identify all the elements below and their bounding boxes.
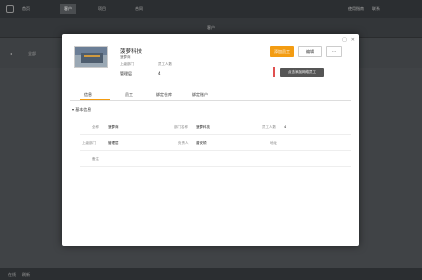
nav-item-customer[interactable]: 客户 xyxy=(60,4,76,14)
section-title: 基本信息 xyxy=(75,107,92,112)
edit-button[interactable]: 编辑 xyxy=(298,46,322,57)
section-basic-info[interactable]: ▾ 基本信息 xyxy=(72,107,91,113)
nav-item-home[interactable]: 首页 xyxy=(22,6,30,12)
field-label: 全称 xyxy=(92,125,99,129)
tab-bind-account[interactable]: 绑定账户 xyxy=(192,92,208,98)
field-value: 曾安顿 xyxy=(196,141,207,145)
company-subtitle: 菠萝商 xyxy=(120,55,131,59)
guide-link[interactable]: 使用指南 xyxy=(348,6,364,12)
parent-dept-value: 管理层 xyxy=(120,71,132,76)
field-value: 菠萝科技 xyxy=(196,125,210,129)
company-photo xyxy=(74,46,108,68)
contact-link[interactable]: 联系 xyxy=(372,6,380,12)
tooltip-marker xyxy=(273,67,275,77)
filter-all[interactable]: 全部 xyxy=(28,51,36,57)
more-button[interactable]: ··· xyxy=(326,46,342,57)
detail-tabs: 信息 员工 绑定仓库 绑定账户 xyxy=(70,90,351,101)
field-label: 负责人 xyxy=(178,141,189,145)
info-row: 备注 xyxy=(80,151,351,167)
add-employee-tooltip: 点击添加网络员工 xyxy=(280,68,324,77)
status-bar: 在线 刷新 xyxy=(0,268,422,280)
add-employee-button[interactable]: 添加员工 xyxy=(270,46,294,57)
app-logo-icon xyxy=(6,5,14,13)
tab-employees[interactable]: 员工 xyxy=(125,92,133,98)
field-value: 4 xyxy=(284,125,287,129)
building-sign xyxy=(84,55,100,57)
company-name: 菠萝科技 xyxy=(120,49,143,55)
close-icon[interactable]: ✕ xyxy=(351,37,355,43)
nav-item-project[interactable]: 项目 xyxy=(98,6,106,12)
active-tab-indicator xyxy=(80,99,110,100)
refresh-link[interactable]: 刷新 xyxy=(22,272,30,278)
field-value: 菠萝商 xyxy=(108,125,119,129)
field-label: 地址 xyxy=(270,141,277,145)
info-row: 全称 菠萝商 部门名称 菠萝科技 员工人数 4 xyxy=(80,119,351,135)
info-row: 上级部门 管理层 负责人 曾安顿 地址 xyxy=(80,135,351,151)
field-label: 部门名称 xyxy=(174,125,188,129)
field-value: 管理层 xyxy=(108,141,119,145)
staff-count-value: 4 xyxy=(158,71,161,76)
staff-count-label: 员工人数 xyxy=(158,62,172,66)
collapse-icon[interactable]: ▾ xyxy=(72,107,74,112)
field-label: 上级部门 xyxy=(82,141,96,145)
detail-dialog: ▢ ✕ 菠萝科技 菠萝商 上级部门 员工人数 管理层 4 添加员工 编辑 ··· … xyxy=(62,34,359,246)
back-icon[interactable]: ◂ xyxy=(10,51,12,56)
top-nav-bar: 首页 客户 项目 合同 使用指南 联系 xyxy=(0,0,422,18)
tab-bind-warehouse[interactable]: 绑定仓库 xyxy=(156,92,172,98)
maximize-icon[interactable]: ▢ xyxy=(342,37,347,43)
page-title: 客户 xyxy=(207,25,215,30)
window-controls: ▢ ✕ xyxy=(338,37,355,43)
field-label: 员工人数 xyxy=(262,125,276,129)
nav-item-contract[interactable]: 合同 xyxy=(135,6,143,12)
parent-dept-label: 上级部门 xyxy=(120,62,134,66)
tab-info[interactable]: 信息 xyxy=(84,92,92,98)
status-left: 在线 xyxy=(8,272,16,277)
field-label: 备注 xyxy=(92,157,99,161)
